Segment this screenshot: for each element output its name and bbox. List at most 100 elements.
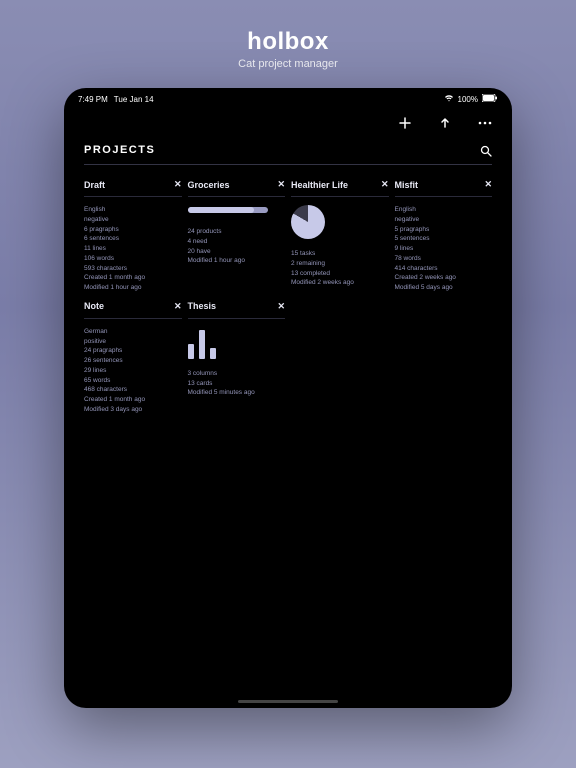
section-header: PROJECTS bbox=[64, 138, 512, 162]
card-stat-line: 2 remaining bbox=[291, 259, 389, 269]
battery-icon bbox=[482, 94, 498, 104]
device-frame: 7:49 PM Tue Jan 14 100% PROJECTS bbox=[64, 88, 512, 708]
card-stat-line: Modified 1 hour ago bbox=[188, 256, 286, 266]
close-icon[interactable]: ✕ bbox=[381, 179, 389, 190]
pie-chart-icon bbox=[291, 205, 325, 239]
add-button[interactable] bbox=[398, 116, 412, 130]
wifi-icon bbox=[444, 94, 454, 104]
project-card[interactable]: Groceries ✕ 24 products4 need20 haveModifi… bbox=[188, 179, 286, 293]
card-stat-line: 593 characters bbox=[84, 264, 182, 274]
card-stat-line: 468 characters bbox=[84, 385, 182, 395]
card-body: Englishnegative6 pragraphs6 sentences11 … bbox=[84, 205, 182, 293]
close-icon[interactable]: ✕ bbox=[277, 301, 285, 312]
upload-button[interactable] bbox=[438, 116, 452, 130]
app-title: holbox bbox=[238, 28, 338, 56]
bar-chart-icon bbox=[188, 327, 286, 359]
project-card[interactable]: Thesis ✕ 3 columns13 cardsModified 5 minut… bbox=[188, 301, 286, 415]
card-stat-line: Created 1 month ago bbox=[84, 273, 182, 283]
top-actions bbox=[64, 106, 512, 138]
card-stat-line: Modified 5 minutes ago bbox=[188, 388, 286, 398]
section-title: PROJECTS bbox=[84, 144, 155, 156]
card-stat-line: 106 words bbox=[84, 254, 182, 264]
card-divider bbox=[188, 196, 286, 197]
card-title: Healthier Life bbox=[291, 180, 348, 190]
card-divider bbox=[395, 196, 493, 197]
status-date: Tue Jan 14 bbox=[114, 95, 154, 104]
card-stat-line: Created 2 weeks ago bbox=[395, 273, 493, 283]
status-bar: 7:49 PM Tue Jan 14 100% bbox=[64, 88, 512, 106]
card-stat-line: 13 cards bbox=[188, 379, 286, 389]
card-body: 3 columns13 cardsModified 5 minutes ago bbox=[188, 369, 286, 398]
card-body: 24 products4 need20 haveModified 1 hour … bbox=[188, 227, 286, 266]
card-title: Groceries bbox=[188, 180, 230, 190]
card-stat-line: positive bbox=[84, 337, 182, 347]
card-stat-line: negative bbox=[395, 215, 493, 225]
card-stat-line: 20 have bbox=[188, 247, 286, 257]
card-stat-line: 4 need bbox=[188, 237, 286, 247]
card-head: Groceries ✕ bbox=[188, 179, 286, 190]
card-stat-line: Modified 1 hour ago bbox=[84, 283, 182, 293]
bar bbox=[210, 348, 216, 359]
bar bbox=[188, 344, 194, 358]
card-divider bbox=[188, 318, 286, 319]
card-stat-line: 11 lines bbox=[84, 244, 182, 254]
card-stat-line: Modified 2 weeks ago bbox=[291, 278, 389, 288]
more-button[interactable] bbox=[478, 116, 492, 130]
card-stat-line: negative bbox=[84, 215, 182, 225]
card-divider bbox=[291, 196, 389, 197]
progress-bar bbox=[188, 207, 268, 213]
card-title: Misfit bbox=[395, 180, 419, 190]
card-head: Note ✕ bbox=[84, 301, 182, 312]
card-stat-line: 3 columns bbox=[188, 369, 286, 379]
home-indicator bbox=[238, 700, 338, 703]
card-body: 15 tasks2 remaining13 completedModified … bbox=[291, 249, 389, 288]
app-subtitle: Cat project manager bbox=[238, 58, 338, 70]
card-stat-line: English bbox=[395, 205, 493, 215]
card-title: Note bbox=[84, 301, 104, 311]
card-stat-line: 24 pragraphs bbox=[84, 346, 182, 356]
card-stat-line: Created 1 month ago bbox=[84, 395, 182, 405]
card-head: Misfit ✕ bbox=[395, 179, 493, 190]
card-stat-line: Modified 3 days ago bbox=[84, 405, 182, 415]
close-icon[interactable]: ✕ bbox=[484, 179, 492, 190]
card-stat-line: 65 words bbox=[84, 376, 182, 386]
close-icon[interactable]: ✕ bbox=[174, 301, 182, 312]
card-body: Germanpositive24 pragraphs26 sentences29… bbox=[84, 327, 182, 415]
promo-header: holbox Cat project manager bbox=[238, 28, 338, 70]
status-time: 7:49 PM bbox=[78, 95, 108, 104]
card-body: Englishnegative5 pragraphs5 sentences9 l… bbox=[395, 205, 493, 293]
card-head: Draft ✕ bbox=[84, 179, 182, 190]
card-stat-line: 15 tasks bbox=[291, 249, 389, 259]
card-head: Thesis ✕ bbox=[188, 301, 286, 312]
card-stat-line: 414 characters bbox=[395, 264, 493, 274]
card-stat-line: 5 sentences bbox=[395, 234, 493, 244]
card-divider bbox=[84, 318, 182, 319]
card-stat-line: 29 lines bbox=[84, 366, 182, 376]
card-stat-line: 13 completed bbox=[291, 269, 389, 279]
progress-fill bbox=[188, 207, 254, 213]
card-stat-line: 9 lines bbox=[395, 244, 493, 254]
card-divider bbox=[84, 196, 182, 197]
bar bbox=[199, 330, 205, 359]
card-stat-line: German bbox=[84, 327, 182, 337]
card-stat-line: Modified 5 days ago bbox=[395, 283, 493, 293]
close-icon[interactable]: ✕ bbox=[277, 179, 285, 190]
card-title: Draft bbox=[84, 180, 105, 190]
card-stat-line: 6 pragraphs bbox=[84, 225, 182, 235]
card-stat-line: English bbox=[84, 205, 182, 215]
search-icon[interactable] bbox=[480, 144, 492, 156]
card-stat-line: 6 sentences bbox=[84, 234, 182, 244]
card-head: Healthier Life ✕ bbox=[291, 179, 389, 190]
card-stat-line: 78 words bbox=[395, 254, 493, 264]
project-card[interactable]: Misfit ✕ Englishnegative5 pragraphs5 sente… bbox=[395, 179, 493, 293]
card-stat-line: 26 sentences bbox=[84, 356, 182, 366]
card-stat-line: 5 pragraphs bbox=[395, 225, 493, 235]
project-card[interactable]: Healthier Life ✕ 15 tasks2 remaining13 com… bbox=[291, 179, 389, 293]
battery-text: 100% bbox=[458, 95, 478, 104]
project-card[interactable]: Draft ✕ Englishnegative6 pragraphs6 senten… bbox=[84, 179, 182, 293]
card-stat-line: 24 products bbox=[188, 227, 286, 237]
projects-grid: Draft✕Englishnegative6 pragraphs6 senten… bbox=[64, 165, 512, 429]
card-title: Thesis bbox=[188, 301, 217, 311]
close-icon[interactable]: ✕ bbox=[174, 179, 182, 190]
project-card[interactable]: Note ✕ Germanpositive24 pragraphs26 senten… bbox=[84, 301, 182, 415]
